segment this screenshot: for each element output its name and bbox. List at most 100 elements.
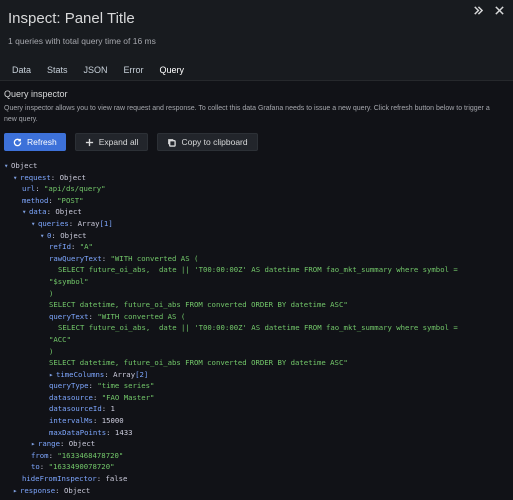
tab-query[interactable]: Query xyxy=(151,62,193,82)
tree-row[interactable]: ▸ timeColumns: Array[2] xyxy=(4,369,509,381)
copy-to-clipboard-button[interactable]: Copy to clipboard xyxy=(157,133,258,151)
tree-key: queryType xyxy=(49,381,89,391)
section-title: Query inspector xyxy=(4,89,68,99)
tab-error[interactable]: Error xyxy=(116,62,152,80)
tree-row[interactable]: ▸ response: Object xyxy=(4,485,509,497)
tree-key: datasource xyxy=(49,392,93,402)
tree-row: queryType: "time series" xyxy=(49,381,155,391)
tab-stats[interactable]: Stats xyxy=(39,62,76,80)
caret-down-icon[interactable]: ▾ xyxy=(13,172,20,184)
tree-row: "ACC" xyxy=(4,334,509,346)
inspect-tabs: Data Stats JSON Error Query xyxy=(4,62,193,82)
refresh-icon xyxy=(13,138,22,147)
caret-down-icon[interactable]: ▾ xyxy=(4,160,11,172)
query-inspector-panel: Query inspector Query inspector allows y… xyxy=(0,81,513,500)
tree-row: SELECT datetime, future_oi_abs FROM conv… xyxy=(4,299,509,311)
tree-row: hideFromInspector: false xyxy=(22,474,128,484)
caret-right-icon[interactable]: ▸ xyxy=(31,438,38,450)
tree-continuation: SELECT datetime, future_oi_abs FROM conv… xyxy=(49,358,348,368)
tree-key: to xyxy=(31,462,40,472)
tree-continuation: SELECT datetime, future_oi_abs FROM conv… xyxy=(49,300,348,310)
tree-row[interactable]: ▾ request: Object xyxy=(4,172,509,184)
tree-key: range xyxy=(38,439,60,449)
tree-key: rawQueryText xyxy=(49,253,102,263)
tree-value: "time series" xyxy=(97,381,155,391)
tree-key: hideFromInspector xyxy=(22,474,97,484)
tree-key: 0 xyxy=(47,230,52,240)
tree-continuation: ) xyxy=(49,346,54,356)
drawer-title: Inspect: Panel Title xyxy=(8,10,135,27)
tree-row: datasourceId: 1 xyxy=(49,404,115,414)
caret-right-icon[interactable]: ▸ xyxy=(49,369,56,381)
tree-key: refId xyxy=(49,242,71,252)
tree-value: Object xyxy=(60,230,87,240)
tree-row: to: "1633490078720" xyxy=(31,462,115,472)
tree-key: intervalMs xyxy=(49,416,93,426)
caret-down-icon[interactable]: ▾ xyxy=(22,206,29,218)
tree-continuation: SELECT future_oi_abs, date || 'T00:00:00… xyxy=(58,323,458,333)
expand-all-button[interactable]: Expand all xyxy=(74,133,149,151)
tree-row[interactable]: ▾ Object xyxy=(4,160,509,172)
tree-value: "FAO Master" xyxy=(101,392,155,402)
tree-key: from xyxy=(31,450,49,460)
expand-icon[interactable] xyxy=(471,4,483,16)
tree-row[interactable]: ▾ queries: Array[1] xyxy=(4,218,509,230)
caret-down-icon[interactable]: ▾ xyxy=(40,230,47,242)
tree-value: "A" xyxy=(79,242,93,252)
tree-row: "$symbol" xyxy=(4,276,509,288)
refresh-label: Refresh xyxy=(27,137,57,147)
tree-row: SELECT datetime, future_oi_abs FROM conv… xyxy=(4,357,509,369)
action-buttons: Refresh Expand all Copy to clipboard xyxy=(4,133,509,151)
tree-row: from: "1633468478720" xyxy=(31,450,124,460)
tree-value: "POST" xyxy=(57,195,84,205)
tree-row: method: "POST" xyxy=(22,195,84,205)
tree-value: Array xyxy=(113,369,136,379)
tree-continuation: "$symbol" xyxy=(49,276,89,286)
tree-row: rawQueryText: "WITH converted AS ( xyxy=(49,253,199,263)
tree-value: Array xyxy=(77,218,100,228)
tree-row: ) xyxy=(4,288,509,300)
copy-label: Copy to clipboard xyxy=(181,137,248,147)
tree-array-count: [2] xyxy=(135,369,149,379)
tree-value: Object xyxy=(59,172,86,182)
tree-key: datasourceId xyxy=(49,404,102,414)
tree-root-label: Object xyxy=(11,161,38,170)
tree-key: timeColumns xyxy=(56,369,105,379)
tree-row[interactable]: ▾ data: Object xyxy=(4,206,509,218)
tab-json[interactable]: JSON xyxy=(76,62,116,80)
tree-key: request xyxy=(20,172,51,182)
tree-key: maxDataPoints xyxy=(49,427,107,437)
caret-down-icon[interactable]: ▾ xyxy=(31,218,38,230)
tree-value: Object xyxy=(63,485,91,495)
copy-icon xyxy=(167,138,177,147)
drawer-header: Inspect: Panel Title 1 queries with tota… xyxy=(0,0,513,60)
tree-row: url: "api/ds/query" xyxy=(22,184,106,194)
tree-value: Object xyxy=(55,207,82,217)
tree-value: 15000 xyxy=(101,416,124,426)
tree-row: SELECT future_oi_abs, date || 'T00:00:00… xyxy=(4,322,509,334)
tree-row[interactable]: ▾ 0: Object xyxy=(4,230,509,242)
caret-right-icon[interactable]: ▸ xyxy=(13,485,20,497)
tree-row: maxDataPoints: 1433 xyxy=(49,427,133,437)
tree-continuation: "ACC" xyxy=(49,334,71,344)
tree-key: url xyxy=(22,184,36,194)
tree-array-count: [1] xyxy=(99,218,113,228)
drawer-subtitle: 1 queries with total query time of 16 ms xyxy=(8,36,156,46)
tree-value: Object xyxy=(68,439,96,449)
tree-row: datasource: "FAO Master" xyxy=(49,392,155,402)
refresh-button[interactable]: Refresh xyxy=(4,133,66,151)
tree-value: false xyxy=(105,474,128,484)
tree-row: refId: "A" xyxy=(49,242,93,252)
close-icon[interactable] xyxy=(493,4,505,16)
tab-data[interactable]: Data xyxy=(4,62,39,80)
tree-value: "WITH converted AS ( xyxy=(110,253,199,263)
tree-row: queryText: "WITH converted AS ( xyxy=(49,311,186,321)
tree-value: "1633468478720" xyxy=(57,450,124,460)
tree-value: 1433 xyxy=(114,427,133,437)
tree-value: "WITH converted AS ( xyxy=(97,311,186,321)
tree-row[interactable]: ▸ range: Object xyxy=(4,438,509,450)
header-actions xyxy=(471,4,505,16)
tree-value: "1633490078720" xyxy=(48,462,115,472)
tree-value: 1 xyxy=(110,404,115,414)
expand-all-label: Expand all xyxy=(98,137,139,147)
